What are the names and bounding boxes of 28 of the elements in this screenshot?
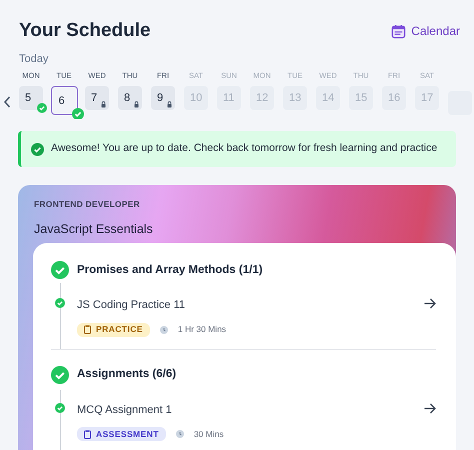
clipboard-icon bbox=[84, 325, 91, 334]
status-message: Awesome! You are up to date. Check back tomorrow for fresh learning and practice bbox=[51, 141, 438, 156]
track-label: FRONTEND DEVELOPER bbox=[34, 198, 141, 211]
day-tile[interactable]: 9 bbox=[151, 86, 175, 110]
course-title: JavaScript Essentials bbox=[34, 221, 154, 238]
day-tile[interactable]: 8 bbox=[118, 86, 142, 110]
duration-label: 1 Hr 30 Mins bbox=[178, 323, 226, 336]
clock-icon bbox=[176, 430, 184, 438]
clipboard-icon bbox=[84, 430, 91, 439]
lesson-title[interactable]: MCQ Assignment 1 bbox=[77, 402, 424, 418]
check-circle-icon bbox=[31, 142, 44, 156]
day-tile[interactable]: 5 bbox=[19, 86, 43, 110]
duration-label: 30 Mins bbox=[194, 428, 224, 441]
calendar-link[interactable]: Calendar bbox=[391, 22, 460, 40]
day-tile[interactable]: 6 bbox=[50, 86, 78, 116]
day-tile[interactable]: 7 bbox=[85, 86, 109, 110]
lesson-title[interactable]: JS Coding Practice 11 bbox=[77, 297, 424, 314]
clock-icon bbox=[160, 326, 168, 334]
previous-chevron-icon[interactable] bbox=[3, 96, 11, 108]
type-tag: ASSESSMENT bbox=[77, 427, 166, 442]
type-tag: PRACTICE bbox=[77, 322, 150, 337]
arrow-right-icon[interactable] bbox=[424, 298, 436, 310]
today-label: Today bbox=[19, 52, 50, 66]
section-title: Promises and Array Methods (1/1) bbox=[77, 262, 263, 278]
section-title: Assignments (6/6) bbox=[77, 367, 176, 382]
arrow-right-icon[interactable] bbox=[424, 402, 436, 414]
calendar-icon bbox=[391, 24, 406, 39]
page-title: Your Schedule bbox=[19, 19, 151, 43]
